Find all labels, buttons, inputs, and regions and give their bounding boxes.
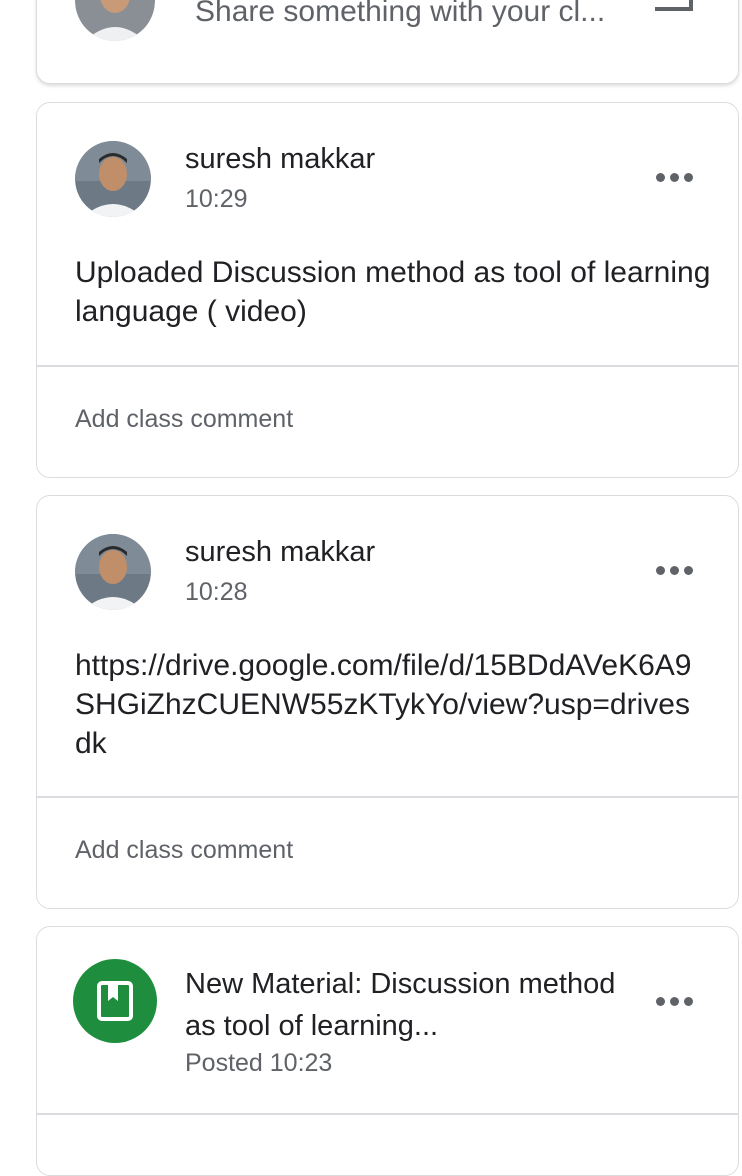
share-card[interactable]: Share something with your cl... — [36, 0, 739, 84]
author-avatar — [75, 534, 151, 610]
post-author: suresh makkar — [185, 143, 376, 175]
material-posted-time: Posted 10:23 — [185, 1049, 333, 1077]
post-link-text[interactable]: https://drive.google.com/file/d/15BDdAVe… — [75, 646, 705, 763]
stream-post: suresh makkar 10:29 Uploaded Discussion … — [36, 102, 739, 478]
post-time: 10:28 — [185, 578, 248, 606]
divider — [37, 365, 738, 367]
user-avatar — [75, 0, 155, 41]
material-post[interactable]: New Material: Discussion method as tool … — [36, 926, 739, 1176]
material-bookmark-icon — [73, 959, 157, 1043]
material-title[interactable]: New Material: Discussion method as tool … — [185, 963, 625, 1047]
add-class-comment[interactable]: Add class comment — [75, 405, 293, 434]
post-author: suresh makkar — [185, 536, 376, 568]
repost-icon[interactable] — [651, 0, 695, 27]
share-prompt[interactable]: Share something with your cl... — [195, 0, 605, 29]
divider — [37, 1113, 738, 1115]
more-options-icon[interactable] — [651, 163, 699, 191]
post-time: 10:29 — [185, 185, 248, 213]
stream-post: suresh makkar 10:28 https://drive.google… — [36, 495, 739, 909]
add-class-comment[interactable]: Add class comment — [75, 836, 293, 865]
post-text: Uploaded Discussion method as tool of le… — [75, 256, 711, 328]
author-avatar — [75, 141, 151, 217]
divider — [37, 796, 738, 798]
more-options-icon[interactable] — [651, 987, 699, 1015]
more-options-icon[interactable] — [651, 556, 699, 584]
